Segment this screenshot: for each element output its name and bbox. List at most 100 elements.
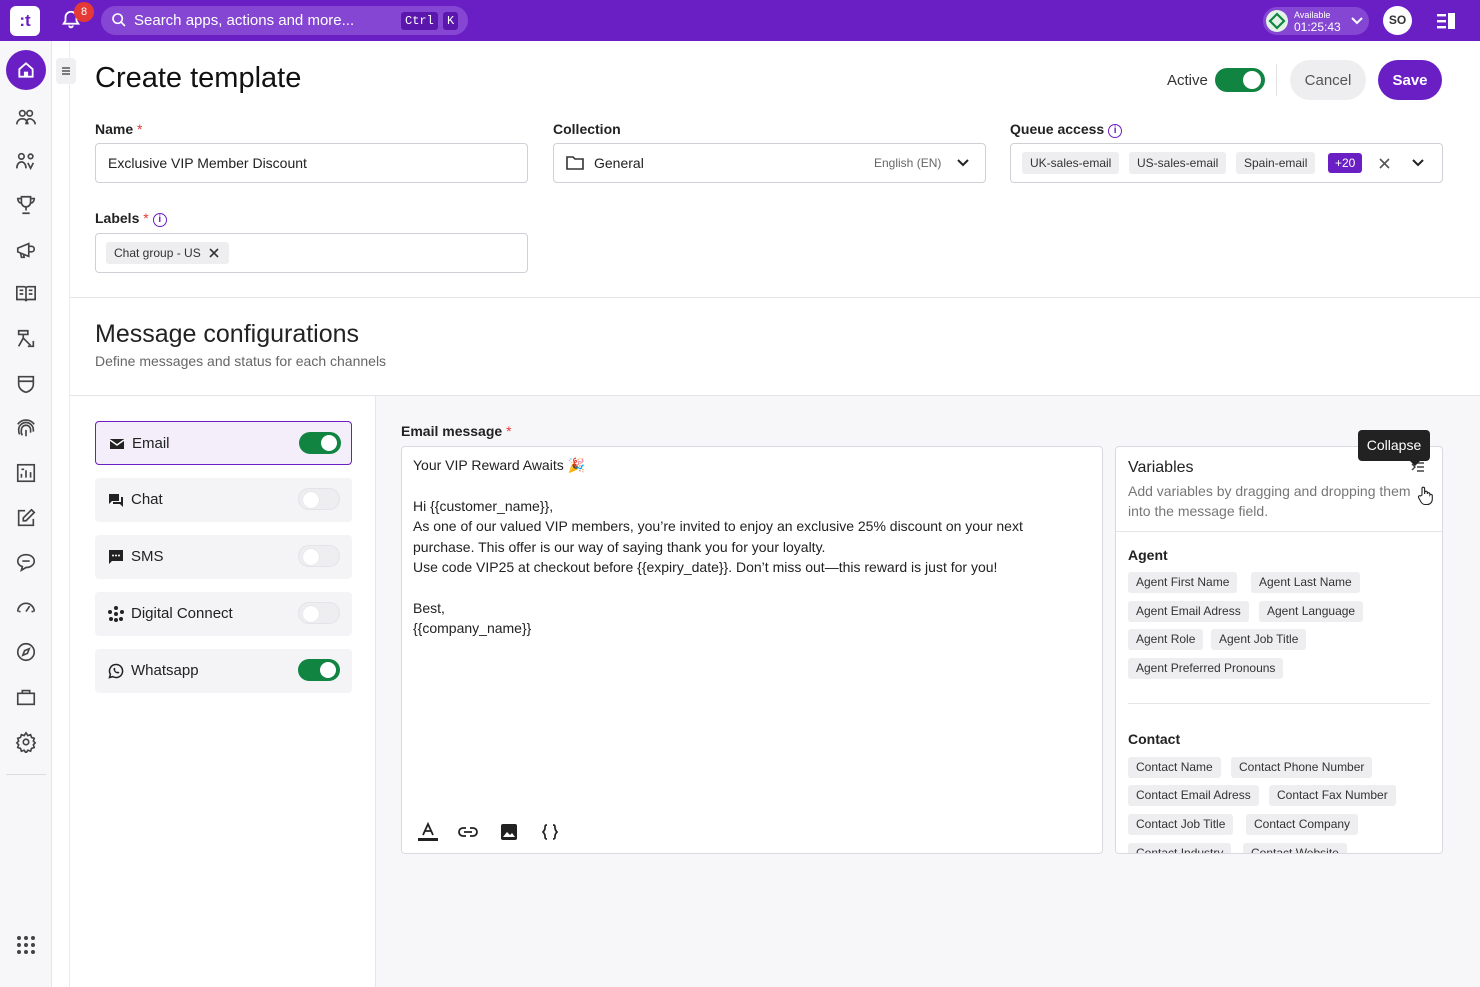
- settings-gear-icon[interactable]: [13, 729, 39, 755]
- channel-toggle[interactable]: [298, 545, 340, 567]
- variable-chip[interactable]: Agent First Name: [1128, 572, 1238, 593]
- active-label: Active: [1167, 72, 1208, 89]
- queue-more-badge[interactable]: +20: [1328, 153, 1363, 173]
- channel-toggle[interactable]: [298, 659, 340, 681]
- info-icon[interactable]: i: [1108, 124, 1123, 138]
- remove-chip-icon[interactable]: [209, 248, 219, 258]
- variable-chip[interactable]: Contact Phone Number: [1231, 757, 1373, 778]
- status-available-icon: [1266, 10, 1288, 32]
- name-input[interactable]: Exclusive VIP Member Discount: [95, 143, 528, 183]
- compass-icon[interactable]: [13, 639, 39, 665]
- sidebar-toggle-icon[interactable]: [56, 58, 76, 84]
- fingerprint-icon[interactable]: [13, 415, 39, 441]
- variable-chip[interactable]: Agent Job Title: [1211, 629, 1307, 650]
- reports-icon[interactable]: [13, 460, 39, 486]
- status-label: Available: [1294, 10, 1331, 20]
- shortcut-ctrl: Ctrl: [401, 12, 438, 30]
- variable-chip[interactable]: Agent Email Adress: [1128, 601, 1249, 622]
- user-avatar[interactable]: SO: [1383, 6, 1412, 35]
- message-line: As one of our valued VIP members, you’re…: [413, 518, 1023, 534]
- chevron-down-icon[interactable]: [1411, 158, 1425, 168]
- shortcut-key: K: [443, 12, 459, 30]
- knowledge-book-icon[interactable]: [13, 281, 39, 307]
- message-line: {{company_name}}: [413, 620, 532, 636]
- variable-braces-icon[interactable]: [538, 821, 562, 843]
- cancel-button[interactable]: Cancel: [1290, 60, 1366, 100]
- contacts-icon[interactable]: [13, 104, 39, 130]
- variable-chip[interactable]: Contact Job Title: [1128, 814, 1234, 835]
- clear-icon[interactable]: [1379, 158, 1390, 169]
- labels-input[interactable]: Chat group - US: [95, 233, 528, 273]
- image-icon[interactable]: [497, 821, 521, 843]
- channel-digital-connect[interactable]: Digital Connect: [95, 592, 352, 636]
- channel-toggle[interactable]: [298, 602, 340, 624]
- whatsapp-icon: [108, 663, 124, 679]
- header-divider: [1276, 64, 1277, 96]
- variable-chip[interactable]: Contact Website: [1243, 843, 1347, 853]
- shield-icon[interactable]: [13, 371, 39, 397]
- chat-icon: [109, 494, 123, 507]
- message-line: Hi {{customer_name}},: [413, 498, 554, 514]
- variable-chip[interactable]: Contact Company: [1246, 814, 1359, 835]
- collection-label: Collection: [553, 121, 621, 137]
- search-input[interactable]: Search apps, actions and more... Ctrl K: [101, 6, 468, 35]
- queue-chip[interactable]: UK-sales-email: [1022, 152, 1120, 174]
- queue-chip[interactable]: Spain-email: [1236, 152, 1316, 174]
- channel-whatsapp[interactable]: Whatsapp: [95, 649, 352, 693]
- left-sidebar: [0, 41, 52, 987]
- home-icon[interactable]: [6, 50, 46, 90]
- link-icon[interactable]: [456, 821, 480, 843]
- page-title: Create template: [95, 62, 302, 94]
- channel-list: Email Chat SMS Digital Connect Whatsapp: [70, 396, 376, 987]
- email-icon: [109, 439, 125, 449]
- variable-chip[interactable]: Agent Role: [1128, 629, 1204, 650]
- dashboard-gauge-icon[interactable]: [13, 594, 39, 620]
- megaphone-icon[interactable]: [13, 237, 39, 263]
- email-message-label: Email message *: [401, 423, 512, 439]
- variables-subtitle: Add variables by dragging and dropping t…: [1128, 483, 1411, 519]
- name-label: Name *: [95, 121, 143, 137]
- agent-status-dropdown[interactable]: Available 01:25:43: [1263, 7, 1369, 35]
- channel-chat[interactable]: Chat: [95, 478, 352, 522]
- editor-area: Email message * Your VIP Reward Awaits 🎉…: [376, 396, 1480, 987]
- label-chip[interactable]: Chat group - US: [106, 242, 229, 264]
- status-timer: 01:25:43: [1294, 20, 1341, 34]
- message-config-panel: Email Chat SMS Digital Connect Whatsapp …: [70, 395, 1480, 987]
- conversation-icon[interactable]: [13, 549, 39, 575]
- variables-divider: [1128, 703, 1430, 704]
- queue-access-select[interactable]: UK-sales-email US-sales-email Spain-emai…: [1010, 143, 1443, 183]
- channel-sms[interactable]: SMS: [95, 535, 352, 579]
- apps-grid-icon[interactable]: [13, 932, 39, 958]
- briefcase-icon[interactable]: [13, 684, 39, 710]
- channel-toggle[interactable]: [298, 488, 340, 510]
- email-message-editor[interactable]: Your VIP Reward Awaits 🎉 Hi {{customer_n…: [401, 446, 1103, 854]
- channel-email[interactable]: Email: [95, 421, 352, 465]
- hand-cursor-icon: [1417, 486, 1433, 506]
- variable-chip[interactable]: Agent Last Name: [1251, 572, 1360, 593]
- side-panel-icon[interactable]: [1436, 12, 1456, 30]
- app-logo[interactable]: :t: [10, 6, 40, 36]
- sidebar-collapse-strip: [52, 41, 70, 987]
- queue-chip[interactable]: US-sales-email: [1129, 152, 1227, 174]
- variable-chip[interactable]: Contact Name: [1128, 757, 1221, 778]
- save-button[interactable]: Save: [1378, 60, 1442, 100]
- variable-chip[interactable]: Contact Email Adress: [1128, 785, 1259, 806]
- labels-label: Labels * i: [95, 210, 167, 227]
- trophy-icon[interactable]: [13, 192, 39, 218]
- variable-chip[interactable]: Contact Industry: [1128, 843, 1232, 853]
- active-toggle[interactable]: [1215, 68, 1265, 92]
- variable-chip[interactable]: Agent Preferred Pronouns: [1128, 658, 1284, 679]
- routing-icon[interactable]: [13, 326, 39, 352]
- team-icon[interactable]: [13, 148, 39, 174]
- variable-chip[interactable]: Contact Fax Number: [1269, 785, 1396, 806]
- info-icon[interactable]: i: [152, 213, 167, 227]
- edit-note-icon[interactable]: [13, 505, 39, 531]
- channel-toggle[interactable]: [299, 432, 341, 454]
- variables-panel: Variables Add variables by dragging and …: [1115, 446, 1443, 854]
- variable-chip[interactable]: Agent Language: [1259, 601, 1364, 622]
- collection-select[interactable]: General English (EN): [553, 143, 986, 183]
- agent-group-title: Agent: [1128, 547, 1168, 563]
- text-color-icon[interactable]: [416, 821, 440, 843]
- message-config-title: Message configurations: [95, 320, 360, 348]
- folder-icon: [566, 156, 584, 170]
